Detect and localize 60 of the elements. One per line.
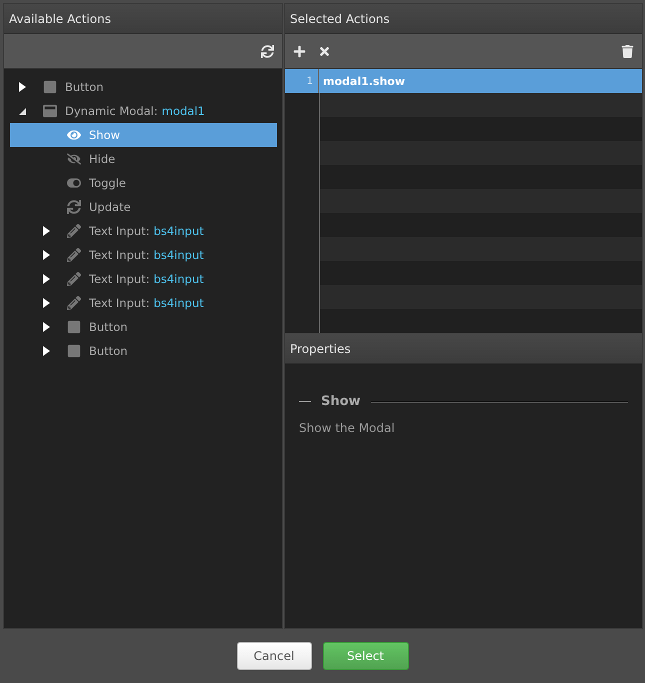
- refresh-icon[interactable]: [261, 44, 274, 58]
- eye-icon: [67, 128, 81, 142]
- pencil-icon: [67, 248, 81, 262]
- tree-item-label: Text Input:: [89, 248, 150, 262]
- tree-item[interactable]: Text Input: bs4input: [10, 267, 277, 291]
- tree-item-label: Text Input:: [89, 296, 150, 310]
- tree-item-label: Button: [89, 344, 128, 358]
- tree-item[interactable]: Hide: [10, 147, 277, 171]
- refresh-icon: [67, 200, 81, 214]
- square-icon: [67, 344, 81, 358]
- tree-item[interactable]: Button: [10, 75, 277, 99]
- tree-item[interactable]: Text Input: bs4input: [10, 291, 277, 315]
- component-name: modal1: [162, 104, 205, 118]
- tree-item-label: Hide: [89, 152, 116, 166]
- collapse-arrow-icon[interactable]: [18, 106, 26, 116]
- panel-title: Selected Actions: [285, 4, 642, 34]
- pencil-icon: [67, 224, 81, 238]
- component-name: bs4input: [154, 296, 204, 310]
- expand-arrow-icon[interactable]: [42, 322, 50, 332]
- tree-item-label: Toggle: [89, 176, 126, 190]
- expand-arrow-icon[interactable]: [42, 298, 50, 308]
- cancel-button[interactable]: Cancel: [236, 642, 312, 670]
- pencil-icon: [67, 296, 81, 310]
- tree-item[interactable]: Button: [10, 315, 277, 339]
- trash-icon[interactable]: [621, 44, 634, 58]
- tree-item[interactable]: Toggle: [10, 171, 277, 195]
- component-name: bs4input: [154, 272, 204, 286]
- square-icon: [67, 320, 81, 334]
- tree-item[interactable]: Dynamic Modal: modal1: [10, 99, 277, 123]
- tree-item-label: Update: [89, 200, 131, 214]
- add-icon[interactable]: [293, 44, 306, 58]
- action-text: modal1.show: [323, 74, 406, 88]
- pencil-icon: [67, 272, 81, 286]
- eye-slash-icon: [67, 152, 81, 166]
- component-name: bs4input: [154, 248, 204, 262]
- tree-item[interactable]: Button: [10, 339, 277, 363]
- tree-item-label: Text Input:: [89, 224, 150, 238]
- tree-item-label: Button: [89, 320, 128, 334]
- expand-arrow-icon[interactable]: [42, 226, 50, 236]
- line-number: 1: [285, 69, 319, 93]
- tree-item[interactable]: Text Input: bs4input: [10, 219, 277, 243]
- tree-item-label: Show: [89, 128, 120, 142]
- tree-item-label: Button: [65, 80, 104, 94]
- tree-item-label: Text Input:: [89, 272, 150, 286]
- description-text: Show the Modal: [299, 421, 396, 435]
- panel-title: Available Actions: [4, 4, 282, 34]
- toggle-icon: [67, 176, 81, 190]
- expand-arrow-icon[interactable]: [18, 82, 26, 92]
- expand-arrow-icon[interactable]: [42, 250, 50, 260]
- window-icon: [43, 104, 57, 118]
- expand-arrow-icon[interactable]: [42, 274, 50, 284]
- tree-item-label: Dynamic Modal:: [65, 104, 158, 118]
- tree-item[interactable]: Update: [10, 195, 277, 219]
- panel-title: Properties: [285, 334, 642, 364]
- square-icon: [43, 80, 57, 94]
- tree-item[interactable]: Text Input: bs4input: [10, 243, 277, 267]
- section-title: Show: [321, 394, 361, 409]
- close-icon[interactable]: [318, 44, 331, 58]
- component-name: bs4input: [154, 224, 204, 238]
- expand-arrow-icon[interactable]: [42, 346, 50, 356]
